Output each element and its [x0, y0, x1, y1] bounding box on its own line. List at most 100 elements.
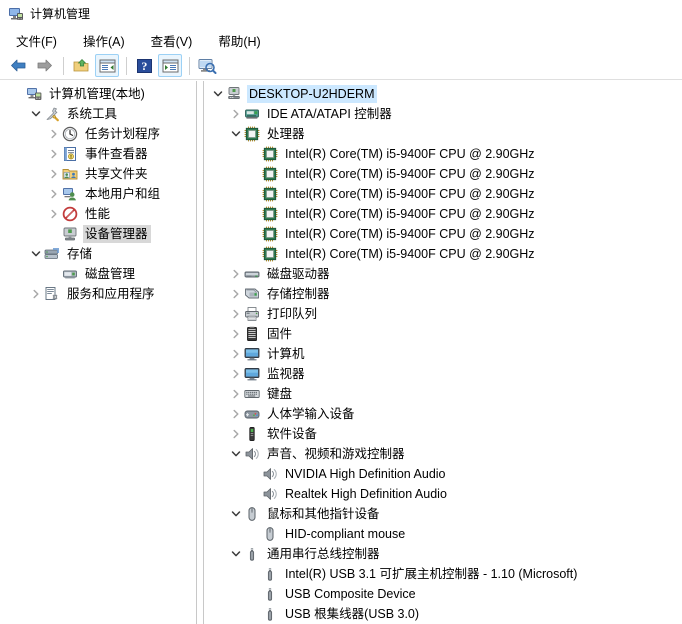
- console-tree-item-label: 本地用户和组: [83, 185, 163, 203]
- chevron-right-icon[interactable]: [228, 404, 244, 424]
- show-hide-console-tree-button[interactable]: [95, 54, 119, 77]
- device-tree-item-row[interactable]: 通用串行总线控制器: [204, 544, 682, 564]
- processor-icon: [262, 246, 278, 262]
- twisty-placeholder: [246, 524, 262, 544]
- chevron-right-icon[interactable]: [228, 344, 244, 364]
- device-tree-item-label: 人体学输入设备: [265, 405, 358, 423]
- help-button[interactable]: ?: [132, 54, 156, 77]
- device-tree-item-label: Intel(R) Core(TM) i5-9400F CPU @ 2.90GHz: [283, 245, 538, 263]
- chevron-right-icon[interactable]: [228, 304, 244, 324]
- pane-splitter[interactable]: [197, 81, 204, 624]
- chevron-right-icon[interactable]: [228, 424, 244, 444]
- mouse-icon: [262, 526, 278, 542]
- device-tree-item-label: Intel(R) Core(TM) i5-9400F CPU @ 2.90GHz: [283, 225, 538, 243]
- chevron-right-icon[interactable]: [228, 384, 244, 404]
- menu-view[interactable]: 查看(V): [151, 31, 193, 50]
- usb-icon: [244, 546, 260, 562]
- show-hide-console-tree-icon: [99, 59, 116, 73]
- scan-hardware-changes-button[interactable]: [195, 54, 219, 77]
- chevron-down-icon[interactable]: [228, 444, 244, 464]
- forward-button[interactable]: [32, 54, 56, 77]
- mouse-icon: [244, 506, 260, 522]
- console-tree-item-row[interactable]: 设备管理器: [0, 224, 196, 244]
- up-one-level-button[interactable]: [69, 54, 93, 77]
- device-tree-item-label: 声音、视频和游戏控制器: [265, 445, 408, 463]
- console-tree-item-row[interactable]: 共享文件夹: [0, 164, 196, 184]
- menu-help[interactable]: 帮助(H): [218, 31, 260, 50]
- device-tree-item-row[interactable]: Intel(R) Core(TM) i5-9400F CPU @ 2.90GHz: [204, 164, 682, 184]
- device-tree-item-row[interactable]: 存储控制器: [204, 284, 682, 304]
- device-tree-item-row[interactable]: Intel(R) Core(TM) i5-9400F CPU @ 2.90GHz: [204, 204, 682, 224]
- computer-icon: [244, 346, 260, 362]
- chevron-right-icon[interactable]: [228, 324, 244, 344]
- device-tree-item-label: DESKTOP-U2HDERM: [247, 85, 377, 103]
- device-tree-item-row[interactable]: USB Composite Device: [204, 584, 682, 604]
- device-tree-item-row[interactable]: Intel(R) Core(TM) i5-9400F CPU @ 2.90GHz: [204, 224, 682, 244]
- show-hide-action-pane-button[interactable]: [158, 54, 182, 77]
- device-tree-item-row[interactable]: Realtek High Definition Audio: [204, 484, 682, 504]
- chevron-right-icon[interactable]: [46, 204, 62, 224]
- chevron-down-icon[interactable]: [228, 504, 244, 524]
- device-tree-item-row[interactable]: IDE ATA/ATAPI 控制器: [204, 104, 682, 124]
- twisty-placeholder: [246, 204, 262, 224]
- chevron-right-icon[interactable]: [228, 264, 244, 284]
- chevron-down-icon[interactable]: [28, 104, 44, 124]
- device-tree-item-row[interactable]: 固件: [204, 324, 682, 344]
- device-tree-item-row[interactable]: 声音、视频和游戏控制器: [204, 444, 682, 464]
- chevron-right-icon[interactable]: [46, 144, 62, 164]
- device-tree-item-row[interactable]: USB 根集线器(USB 3.0): [204, 604, 682, 624]
- back-button[interactable]: [6, 54, 30, 77]
- console-tree-item-row[interactable]: 磁盘管理: [0, 264, 196, 284]
- device-tree-item-row[interactable]: NVIDIA High Definition Audio: [204, 464, 682, 484]
- chevron-right-icon[interactable]: [46, 184, 62, 204]
- device-tree-item-row[interactable]: 键盘: [204, 384, 682, 404]
- chevron-right-icon[interactable]: [46, 124, 62, 144]
- chevron-right-icon[interactable]: [228, 364, 244, 384]
- chevron-right-icon[interactable]: [228, 104, 244, 124]
- device-tree-item-row[interactable]: 人体学输入设备: [204, 404, 682, 424]
- console-tree-item-row[interactable]: 服务和应用程序: [0, 284, 196, 304]
- console-tree-item-row[interactable]: 任务计划程序: [0, 124, 196, 144]
- device-tree-item-row[interactable]: 处理器: [204, 124, 682, 144]
- chevron-right-icon[interactable]: [46, 164, 62, 184]
- toolbar: ?: [0, 52, 682, 80]
- content-area: 计算机管理(本地) 系统工具 任务计划程序 事件查看器: [0, 81, 682, 624]
- device-tree-item-row[interactable]: Intel(R) Core(TM) i5-9400F CPU @ 2.90GHz: [204, 184, 682, 204]
- device-tree-item-row[interactable]: Intel(R) Core(TM) i5-9400F CPU @ 2.90GHz: [204, 244, 682, 264]
- menu-action[interactable]: 操作(A): [83, 31, 125, 50]
- console-tree-item-row[interactable]: 本地用户和组: [0, 184, 196, 204]
- chevron-right-icon[interactable]: [28, 284, 44, 304]
- device-tree-item-row[interactable]: HID-compliant mouse: [204, 524, 682, 544]
- device-tree-item-row[interactable]: 软件设备: [204, 424, 682, 444]
- device-manager-icon: [62, 226, 78, 242]
- device-tree-item-label: 打印队列: [265, 305, 320, 323]
- device-tree-item-label: 存储控制器: [265, 285, 333, 303]
- device-tree-item-label: 通用串行总线控制器: [265, 545, 383, 563]
- computer-management-icon: [26, 86, 42, 102]
- console-tree-item-row[interactable]: 存储: [0, 244, 196, 264]
- console-tree-pane[interactable]: 计算机管理(本地) 系统工具 任务计划程序 事件查看器: [0, 81, 197, 624]
- console-tree-item-row[interactable]: 系统工具: [0, 104, 196, 124]
- device-tree-item-row[interactable]: 计算机: [204, 344, 682, 364]
- device-tree-item-row[interactable]: 磁盘驱动器: [204, 264, 682, 284]
- chevron-down-icon[interactable]: [210, 84, 226, 104]
- chevron-down-icon[interactable]: [28, 244, 44, 264]
- device-tree-item-row[interactable]: 监视器: [204, 364, 682, 384]
- device-tree: DESKTOP-U2HDERM IDE ATA/ATAPI 控制器 处理器: [204, 81, 682, 624]
- device-tree-item-row[interactable]: Intel(R) USB 3.1 可扩展主机控制器 - 1.10 (Micros…: [204, 564, 682, 584]
- device-tree-item-label: 固件: [265, 325, 295, 343]
- processor-icon: [244, 126, 260, 142]
- device-tree-item-row[interactable]: DESKTOP-U2HDERM: [204, 84, 682, 104]
- console-tree-item-row[interactable]: 计算机管理(本地): [0, 84, 196, 104]
- device-tree-item-row[interactable]: 鼠标和其他指针设备: [204, 504, 682, 524]
- chevron-right-icon[interactable]: [228, 284, 244, 304]
- chevron-down-icon[interactable]: [228, 544, 244, 564]
- device-manager-pane[interactable]: DESKTOP-U2HDERM IDE ATA/ATAPI 控制器 处理器: [204, 81, 682, 624]
- console-tree-item-row[interactable]: 事件查看器: [0, 144, 196, 164]
- console-tree-item-row[interactable]: 性能: [0, 204, 196, 224]
- device-tree-item-row[interactable]: 打印队列: [204, 304, 682, 324]
- device-tree-item-row[interactable]: Intel(R) Core(TM) i5-9400F CPU @ 2.90GHz: [204, 144, 682, 164]
- menu-file[interactable]: 文件(F): [16, 31, 57, 50]
- console-tree-item-label: 事件查看器: [83, 145, 151, 163]
- chevron-down-icon[interactable]: [228, 124, 244, 144]
